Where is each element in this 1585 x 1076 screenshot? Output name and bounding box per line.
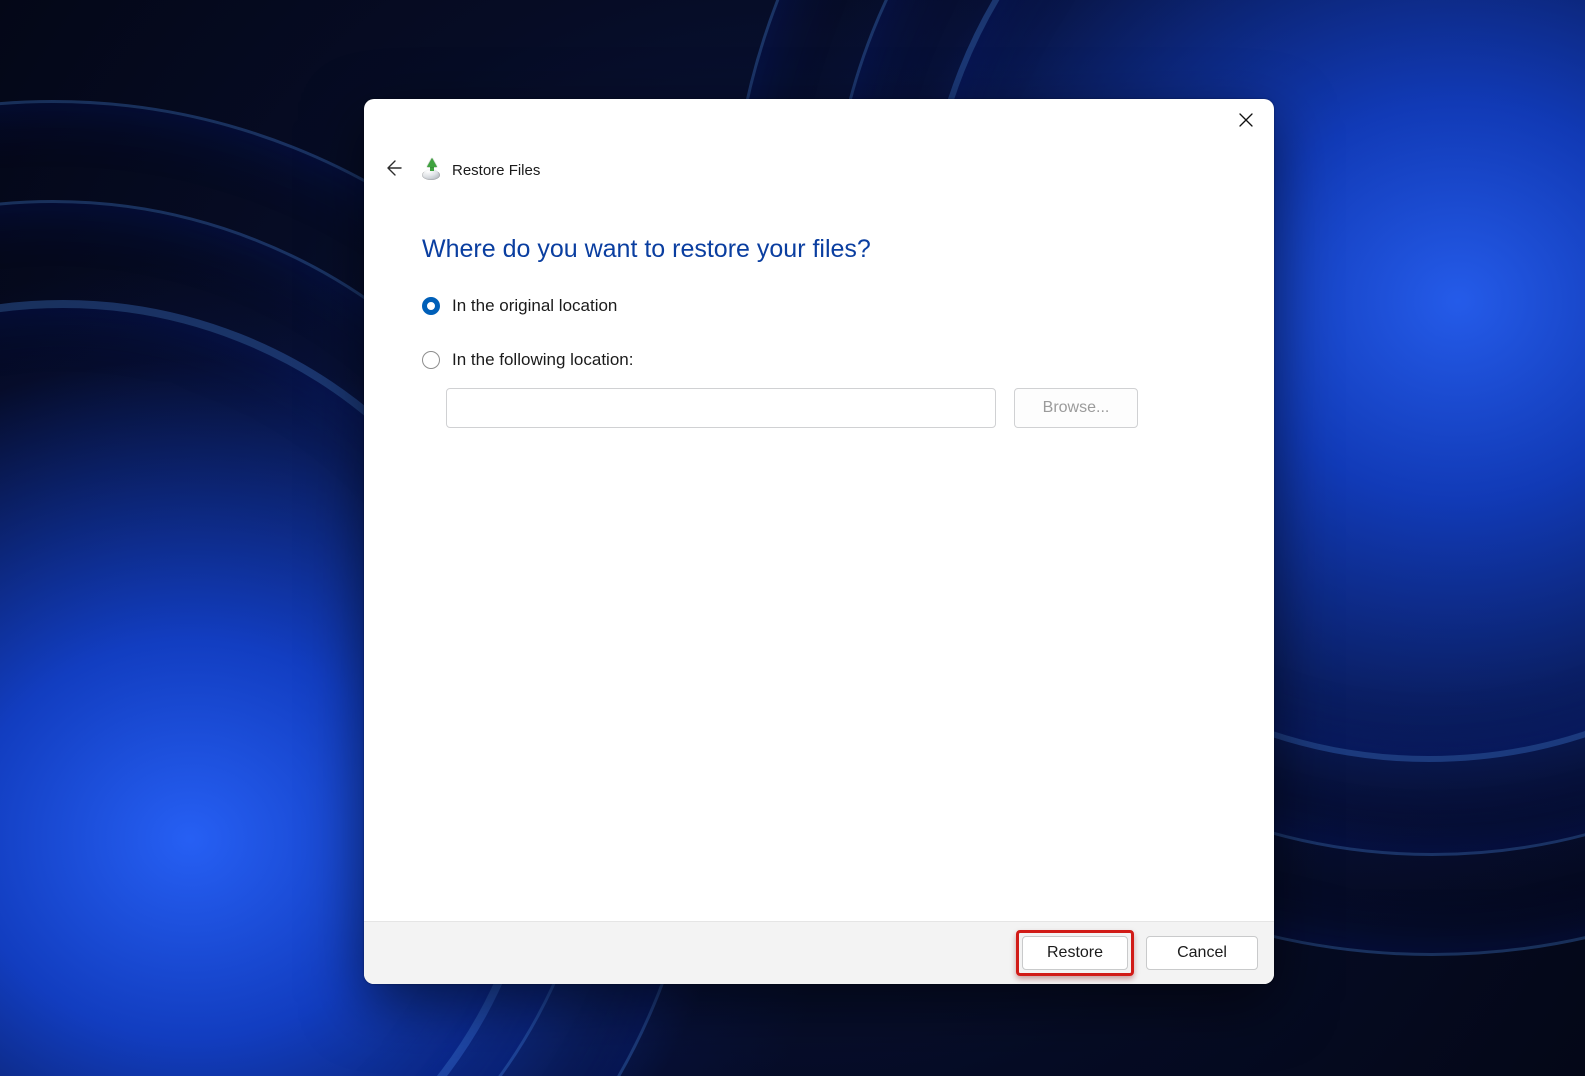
dialog-footer: Restore Cancel bbox=[364, 921, 1274, 984]
radio-unselected-icon bbox=[422, 351, 440, 369]
back-button[interactable] bbox=[378, 155, 408, 185]
option-original-label: In the original location bbox=[452, 296, 617, 316]
window-title: Restore Files bbox=[452, 162, 540, 179]
radio-selected-icon bbox=[422, 297, 440, 315]
restore-files-dialog: Restore Files Where do you want to resto… bbox=[364, 99, 1274, 984]
browse-button[interactable]: Browse... bbox=[1014, 388, 1138, 428]
page-heading: Where do you want to restore your files? bbox=[422, 235, 1216, 264]
option-original-location[interactable]: In the original location bbox=[422, 296, 1216, 316]
back-arrow-icon bbox=[383, 158, 403, 183]
restore-path-input[interactable] bbox=[446, 388, 996, 428]
option-following-label: In the following location: bbox=[452, 350, 633, 370]
option-following-location[interactable]: In the following location: bbox=[422, 350, 1216, 370]
desktop-wallpaper: Restore Files Where do you want to resto… bbox=[0, 0, 1585, 1076]
close-button[interactable] bbox=[1226, 107, 1266, 137]
restore-files-icon bbox=[422, 160, 442, 180]
close-icon bbox=[1239, 113, 1253, 132]
cancel-button[interactable]: Cancel bbox=[1146, 936, 1258, 970]
restore-button[interactable]: Restore bbox=[1022, 936, 1128, 970]
restore-button-highlight: Restore bbox=[1016, 930, 1134, 976]
